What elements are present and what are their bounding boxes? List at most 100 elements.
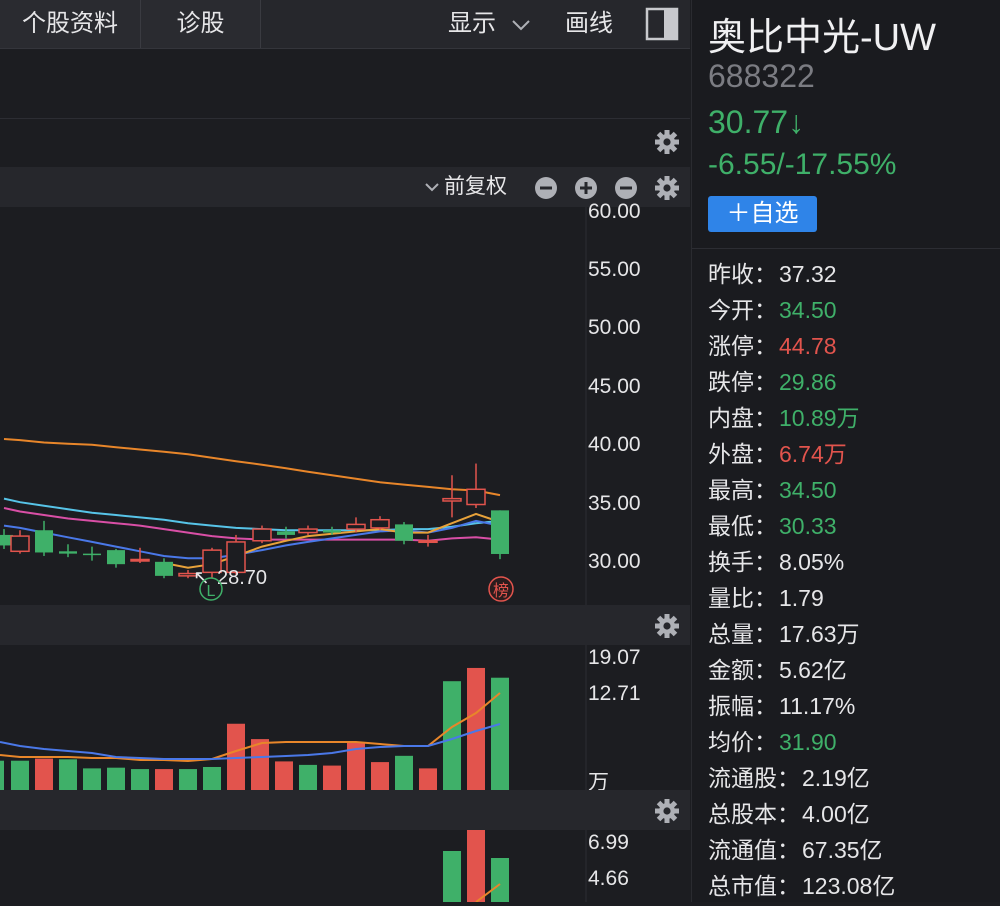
minus-circle-icon[interactable] (534, 176, 558, 200)
candle (442, 475, 462, 518)
candle (298, 525, 318, 535)
tab-stock-profile[interactable]: 个股资料 (0, 0, 141, 48)
stat-row: 外盘：6.74万 (708, 438, 998, 474)
rank-badge: 榜 (493, 581, 509, 600)
chart-area: 个股资料 诊股 显示 画线 前复权 60.00 55.00 50.00 45.0… (0, 0, 690, 902)
stat-label: 涨停： (708, 333, 777, 359)
stat-value: 34.50 (779, 297, 837, 323)
zoom-out-icon[interactable] (614, 176, 638, 200)
candle (370, 516, 390, 531)
stat-row: 今开：34.50 (708, 294, 998, 330)
stat-label: 最低： (708, 513, 777, 539)
candle (395, 522, 413, 545)
volume-ma-blue (0, 723, 501, 760)
volume-bar (155, 769, 173, 790)
stat-value: 17.63万 (779, 621, 860, 647)
panel-toggle-icon[interactable] (644, 6, 680, 42)
candle (418, 534, 438, 547)
candle (466, 463, 486, 509)
stat-label: 外盘： (708, 441, 777, 467)
stat-label: 换手： (708, 549, 777, 575)
indicator-chart[interactable] (0, 830, 690, 902)
volume-header (0, 605, 690, 645)
volume-bar (395, 755, 413, 790)
stat-row: 涨停：44.78 (708, 330, 998, 366)
stat-row: 量比：1.79 (708, 582, 998, 618)
stat-value: 31.90 (779, 729, 837, 755)
indicator-bar (491, 858, 509, 902)
indicator-bar (467, 830, 485, 902)
stat-value: 8.05% (779, 549, 845, 575)
tab-diagnosis[interactable]: 诊股 (141, 0, 261, 48)
stat-label: 总市值： (708, 873, 800, 899)
stock-name: 奥比中光-UW (708, 17, 936, 59)
stat-value: 4.00亿 (802, 801, 870, 827)
stat-value: 67.35亿 (802, 837, 883, 863)
candle (10, 530, 30, 554)
volume-chart[interactable] (0, 645, 690, 790)
gear-icon[interactable] (653, 612, 681, 640)
stat-row: 换手：8.05% (708, 546, 998, 582)
stat-value: 34.50 (779, 477, 837, 503)
stat-row: 内盘：10.89万 (708, 402, 998, 438)
candle (83, 546, 101, 561)
candle (155, 558, 173, 579)
gear-icon[interactable] (653, 174, 681, 202)
stat-value: 29.86 (779, 369, 837, 395)
stat-row: 总市值：123.08亿 (708, 870, 998, 906)
candle (59, 544, 77, 558)
volume-bar (35, 758, 53, 790)
stock-change: -6.55/-17.55% (708, 148, 897, 181)
low-price-value: 28.70 (217, 567, 267, 589)
adjust-label: 前复权 (444, 175, 507, 198)
separator (0, 118, 690, 119)
gear-icon[interactable] (653, 797, 681, 825)
stat-label: 昨收： (708, 261, 777, 287)
volume-bar (83, 768, 101, 790)
volume-bar (107, 767, 125, 790)
candle (277, 526, 295, 539)
stat-row: 最高：34.50 (708, 474, 998, 510)
indicator-header (0, 790, 690, 830)
stat-value: 37.32 (779, 261, 837, 287)
stat-value: 11.17% (779, 693, 856, 719)
stat-row: 金额：5.62亿 (708, 654, 998, 690)
stat-row: 总量：17.63万 (708, 618, 998, 654)
adjust-dropdown[interactable]: 前复权 (424, 172, 507, 202)
stat-row: 振幅：11.17% (708, 690, 998, 726)
stat-row: 最低：30.33 (708, 510, 998, 546)
stat-row: 总股本：4.00亿 (708, 798, 998, 834)
quote-stats: 昨收：37.32 今开：34.50 涨停：44.78 跌停：29.86 内盘：10.89… (708, 258, 998, 906)
stat-label: 内盘： (708, 405, 777, 431)
stat-label: 均价： (708, 729, 777, 755)
volume-bar (0, 760, 4, 790)
stat-value: 123.08亿 (802, 873, 896, 899)
chart-toolbar: 个股资料 诊股 显示 画线 (0, 0, 690, 49)
stat-label: 最高： (708, 477, 777, 503)
volume-bar (59, 759, 77, 790)
display-menu[interactable]: 显示 (448, 0, 531, 48)
stat-label: 总股本： (708, 801, 800, 827)
volume-bar (299, 764, 317, 790)
stat-row: 昨收：37.32 (708, 258, 998, 294)
zoom-in-icon[interactable] (574, 176, 598, 200)
stat-label: 今开： (708, 297, 777, 323)
volume-bar (11, 760, 29, 790)
candle (107, 548, 125, 568)
add-watchlist-button[interactable]: ＋自选 (708, 196, 817, 232)
stat-value: 44.78 (779, 333, 837, 359)
volume-bar (179, 769, 197, 790)
stat-label: 振幅： (708, 693, 777, 719)
stock-code: 688322 (708, 58, 815, 94)
gear-icon[interactable] (653, 128, 681, 156)
volume-bar (203, 766, 221, 790)
draw-line-button[interactable]: 画线 (565, 0, 613, 48)
stat-value: 1.79 (779, 585, 824, 611)
stat-value: 6.74万 (779, 441, 847, 467)
kline-chart[interactable]: ↖ 28.70 L 榜 (0, 207, 690, 605)
stat-label: 量比： (708, 585, 777, 611)
stat-value: 30.33 (779, 513, 837, 539)
volume-bar (419, 768, 437, 790)
volume-bar (443, 681, 461, 790)
candle (491, 510, 509, 560)
